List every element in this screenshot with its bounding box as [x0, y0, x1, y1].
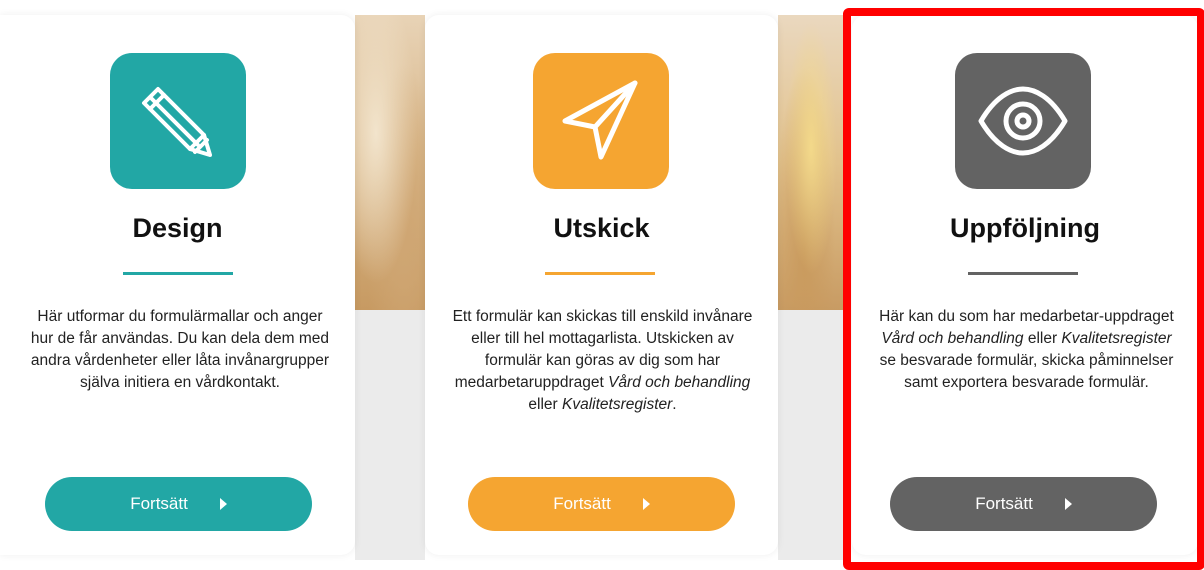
utskick-icon-tile [533, 53, 669, 189]
title-divider [123, 272, 233, 275]
description-emphasis: Kvalitetsregister [1061, 330, 1172, 347]
title-divider [545, 272, 655, 275]
eye-icon [978, 86, 1068, 156]
card-description: Här kan du som har medarbetar-uppdraget … [874, 306, 1179, 394]
title-divider [968, 272, 1078, 275]
card-title: Design [132, 213, 223, 243]
description-text: eller [1023, 330, 1062, 347]
card-description: Ett formulär kan skickas till enskild in… [450, 306, 755, 416]
button-label: Fortsätt [130, 494, 188, 513]
uppfoljning-icon-tile [955, 53, 1091, 189]
background-lower-band [778, 310, 844, 560]
button-label: Fortsätt [553, 494, 611, 513]
fortsatt-button[interactable]: Fortsätt [890, 477, 1157, 531]
pencil-icon [142, 87, 212, 157]
caret-right-icon [219, 498, 227, 510]
description-emphasis: Vård och behandling [881, 330, 1024, 347]
description-text: Här utformar du formulärmallar och anger… [30, 308, 330, 391]
fortsatt-button[interactable]: Fortsätt [45, 477, 312, 531]
card-description: Här utformar du formulärmallar och anger… [25, 306, 335, 394]
background-image-strip [778, 15, 844, 310]
description-emphasis: Vård och behandling [608, 374, 751, 391]
button-label: Fortsätt [975, 494, 1033, 513]
background-lower-band [355, 310, 425, 560]
caret-right-icon [1064, 498, 1072, 510]
description-text: se besvarade formulär, skicka påminnelse… [879, 352, 1174, 391]
caret-right-icon [642, 498, 650, 510]
description-text: Här kan du som har medarbetar-uppdraget [879, 308, 1174, 325]
description-text: . [672, 396, 677, 413]
card-uppfoljning: Uppföljning Här kan du som har medarbeta… [852, 15, 1198, 555]
description-emphasis: Kvalitetsregister [562, 396, 673, 413]
design-icon-tile [110, 53, 246, 189]
card-design: Design Här utformar du formulärmallar oc… [0, 15, 355, 555]
card-utskick: Utskick Ett formulär kan skickas till en… [425, 15, 778, 555]
description-text: eller [528, 396, 563, 413]
paper-plane-icon [562, 80, 638, 160]
card-title: Uppföljning [950, 213, 1100, 243]
card-title: Utskick [553, 213, 650, 243]
fortsatt-button[interactable]: Fortsätt [468, 477, 735, 531]
background-image-strip [355, 15, 425, 310]
